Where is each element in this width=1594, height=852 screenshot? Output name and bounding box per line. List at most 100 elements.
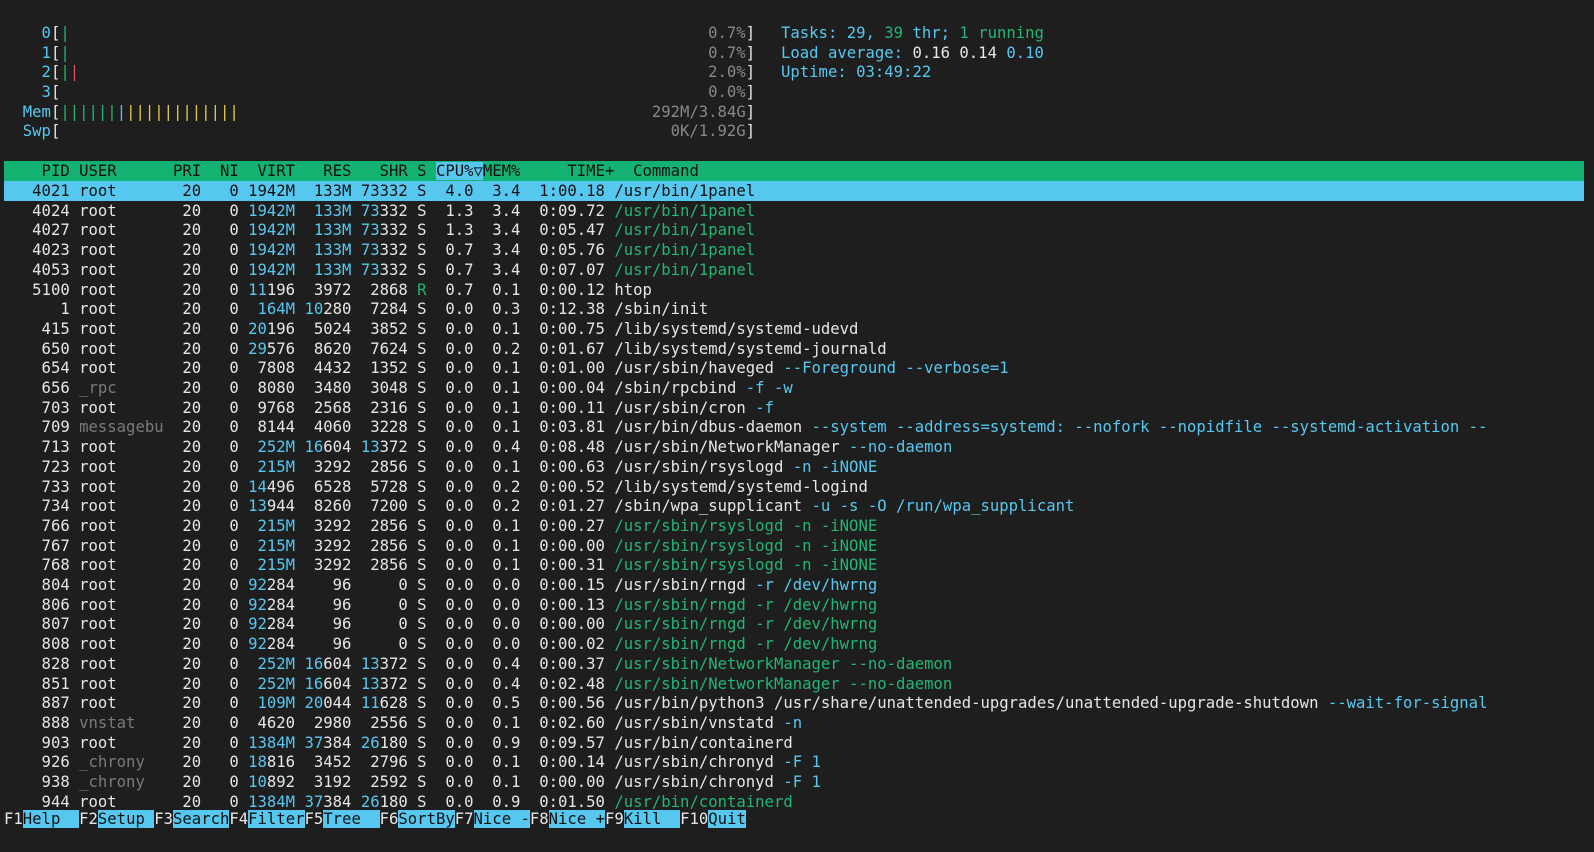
table-row[interactable]: 709 messagebu 20 0 8144 4060 3228 S 0.0 … (4, 417, 1584, 437)
table-row[interactable]: 828 root 20 0 252M 16604 13372 S 0.0 0.4… (4, 654, 1584, 674)
shr-cell: 5728 (360, 477, 408, 496)
cpu-label: 0 (4, 24, 51, 42)
table-row[interactable]: 654 root 20 0 7808 4432 1352 S 0.0 0.1 0… (4, 358, 1584, 378)
table-row[interactable]: 4021 root 20 0 1942M 133M 73332 S 4.0 3.… (4, 181, 1584, 201)
column-header-s[interactable]: S (417, 162, 436, 180)
virt-cell: 92284 (248, 595, 296, 614)
swap-label: Swp (4, 122, 51, 140)
column-header-pid[interactable]: PID (4, 162, 79, 180)
fkey-label: F1 (4, 810, 23, 828)
pri-cell: 20 (173, 300, 211, 319)
column-header-mem[interactable]: MEM% (483, 162, 530, 180)
time-cell: 0:00.11 (529, 398, 615, 417)
state-cell: S (417, 556, 427, 575)
tasks-label: Tasks: (781, 24, 838, 42)
pri-cell: 20 (173, 280, 211, 299)
fkey-label: F8 (529, 810, 549, 828)
column-header-shr[interactable]: SHR (361, 162, 417, 180)
mem-cell: 0.1 (482, 418, 530, 437)
shr-cell: 0 (360, 635, 408, 654)
table-row[interactable]: 703 root 20 0 9768 2568 2316 S 0.0 0.1 0… (4, 398, 1584, 418)
table-row[interactable]: 888 vnstat 20 0 4620 2980 2556 S 0.0 0.1… (4, 713, 1584, 733)
pid-cell: 944 (4, 792, 80, 811)
table-row[interactable]: 887 root 20 0 109M 20044 11628 S 0.0 0.5… (4, 693, 1584, 713)
table-row[interactable]: 723 root 20 0 215M 3292 2856 S 0.0 0.1 0… (4, 457, 1584, 477)
command-cell: /lib/systemd/systemd-udevd (614, 319, 859, 338)
command-cell: /usr/sbin/rsyslogd -n -iNONE (614, 516, 878, 535)
pri-cell: 20 (173, 733, 211, 752)
table-row[interactable]: 415 root 20 0 20196 5024 3852 S 0.0 0.1 … (4, 319, 1584, 339)
table-row[interactable]: 806 root 20 0 92284 96 0 S 0.0 0.0 0:00.… (4, 595, 1584, 615)
column-header-user[interactable]: USER (79, 162, 173, 180)
fkey-f2[interactable]: F2Setup (79, 810, 155, 828)
column-header-command[interactable]: Command (633, 162, 699, 180)
table-row[interactable]: 734 root 20 0 13944 8260 7200 S 0.0 0.2 … (4, 496, 1584, 516)
column-header-pri[interactable]: PRI (173, 162, 211, 180)
command-cell: /lib/systemd/systemd-journald (614, 339, 887, 358)
fkey-f1[interactable]: F1Help (4, 810, 80, 828)
fkey-f6[interactable]: F6SortBy (379, 810, 455, 828)
fkey-f4[interactable]: F4Filter (229, 810, 305, 828)
table-row[interactable]: 766 root 20 0 215M 3292 2856 S 0.0 0.1 0… (4, 516, 1584, 536)
table-row[interactable]: 851 root 20 0 252M 16604 13372 S 0.0 0.4… (4, 674, 1584, 694)
table-row[interactable]: 903 root 20 0 1384M 37384 26180 S 0.0 0.… (4, 733, 1584, 753)
fkey-f7[interactable]: F7Nice - (454, 810, 530, 828)
table-row[interactable]: 4023 root 20 0 1942M 133M 73332 S 0.7 3.… (4, 240, 1584, 260)
command-args: -f -w (736, 379, 793, 397)
table-row[interactable]: 713 root 20 0 252M 16604 13372 S 0.0 0.4… (4, 437, 1584, 457)
fkey-action: Nice - (473, 810, 530, 828)
command-cell: /usr/sbin/vnstatd (614, 713, 774, 732)
pid-cell: 703 (4, 398, 80, 417)
shr-cell: 26180 (360, 792, 408, 811)
table-row[interactable]: 808 root 20 0 92284 96 0 S 0.0 0.0 0:00.… (4, 634, 1584, 654)
table-row[interactable]: 5100 root 20 0 11196 3972 2868 R 0.7 0.1… (4, 280, 1584, 300)
table-row[interactable]: 1 root 20 0 164M 10280 7284 S 0.0 0.3 0:… (4, 299, 1584, 319)
mem-value: 292M/3.84G (651, 103, 746, 121)
fkey-action: Nice + (548, 810, 605, 828)
time-cell: 0:12.38 (529, 300, 615, 319)
table-row[interactable]: 938 _chrony 20 0 10892 3192 2592 S 0.0 0… (4, 772, 1584, 792)
command-cell: /usr/bin/1panel (614, 241, 756, 260)
res-cell: 8260 (304, 497, 352, 516)
shr-cell: 73332 (360, 221, 408, 240)
column-header-time[interactable]: TIME+ (530, 162, 633, 180)
pri-cell: 20 (173, 615, 211, 634)
table-row[interactable]: 4053 root 20 0 1942M 133M 73332 S 0.7 3.… (4, 260, 1584, 280)
table-row[interactable]: 767 root 20 0 215M 3292 2856 S 0.0 0.1 0… (4, 536, 1584, 556)
pri-cell: 20 (173, 595, 211, 614)
column-header-cpu[interactable]: CPU%▽ (435, 162, 483, 180)
fkey-f3[interactable]: F3Search (154, 810, 230, 828)
shr-cell: 73332 (360, 260, 408, 279)
fkey-f5[interactable]: F5Tree (304, 810, 380, 828)
res-cell: 133M (304, 182, 352, 200)
fkey-f8[interactable]: F8Nice + (529, 810, 605, 828)
cpu-cell: 0.0 (426, 477, 483, 496)
fkey-f10[interactable]: F10Quit (680, 810, 746, 828)
table-row[interactable]: 807 root 20 0 92284 96 0 S 0.0 0.0 0:00.… (4, 614, 1584, 634)
column-header-ni[interactable]: NI (211, 162, 249, 180)
column-header-virt[interactable]: VIRT (248, 162, 304, 180)
pid-cell: 654 (4, 359, 80, 378)
table-row[interactable]: 4024 root 20 0 1942M 133M 73332 S 1.3 3.… (4, 201, 1584, 221)
cpu-cell: 0.0 (426, 615, 483, 634)
table-row[interactable]: 804 root 20 0 92284 96 0 S 0.0 0.0 0:00.… (4, 575, 1584, 595)
process-table-header: PID USER PRI NI VIRT RES SHR S CPU%▽MEM%… (4, 161, 1584, 181)
command-args: --system --address=systemd: --nofork --n… (802, 418, 1488, 437)
res-cell: 3292 (304, 516, 352, 535)
table-row[interactable]: 926 _chrony 20 0 18816 3452 2796 S 0.0 0… (4, 752, 1584, 772)
table-row[interactable]: 733 root 20 0 14496 6528 5728 S 0.0 0.2 … (4, 477, 1584, 497)
column-header-res[interactable]: RES (304, 162, 360, 180)
table-row[interactable]: 650 root 20 0 29576 8620 7624 S 0.0 0.2 … (4, 339, 1584, 359)
table-row[interactable]: 4027 root 20 0 1942M 133M 73332 S 1.3 3.… (4, 220, 1584, 240)
virt-cell: 8080 (248, 379, 296, 397)
command-cell: /usr/bin/1panel (614, 221, 756, 240)
time-cell: 0:01.00 (529, 359, 615, 378)
fkey-f9[interactable]: F9Kill (605, 810, 681, 828)
res-cell: 3972 (304, 280, 352, 299)
res-cell: 37384 (304, 733, 352, 752)
table-row[interactable]: 768 root 20 0 215M 3292 2856 S 0.0 0.1 0… (4, 555, 1584, 575)
state-cell: S (417, 319, 427, 338)
res-cell: 3452 (304, 753, 352, 772)
table-row[interactable]: 656 _rpc 20 0 8080 3480 3048 S 0.0 0.1 0… (4, 378, 1584, 398)
pri-cell: 20 (173, 477, 211, 496)
